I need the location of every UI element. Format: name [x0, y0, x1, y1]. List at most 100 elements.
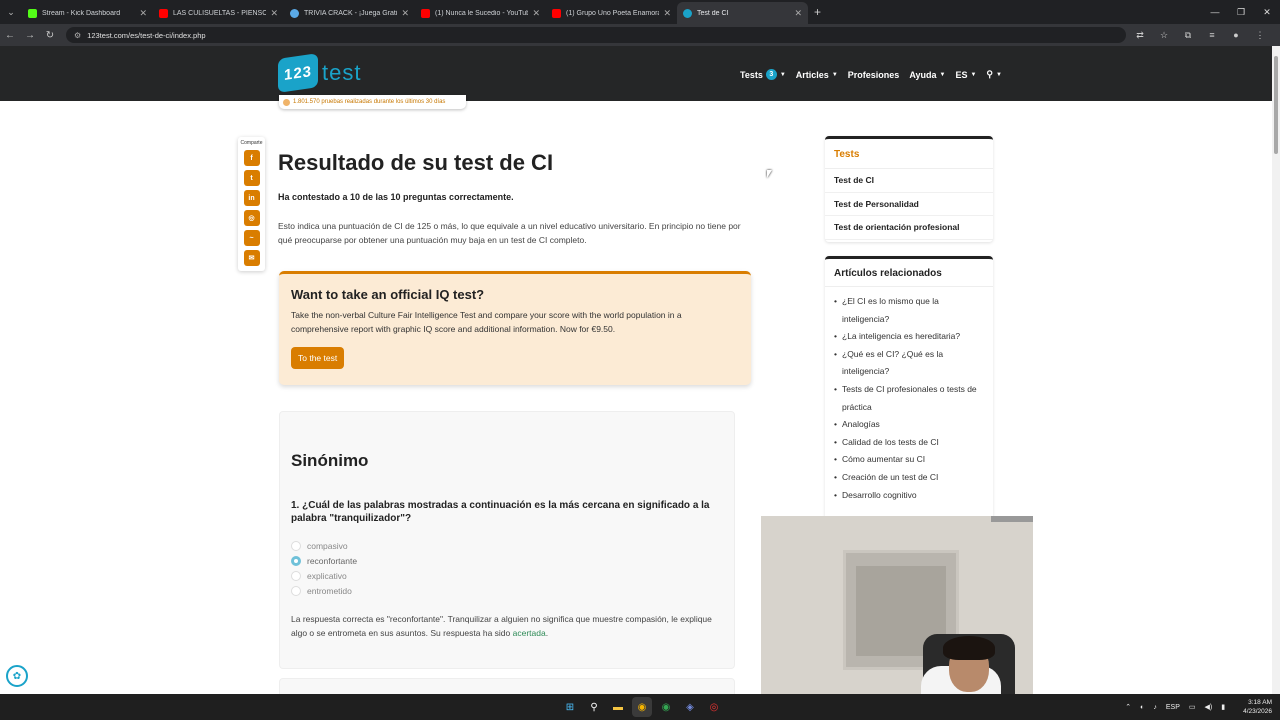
- file-explorer-icon[interactable]: ▬: [608, 697, 628, 717]
- os-taskbar: ⊞ ⚲ ▬ ◉ ◉ ◈ ◎ ⌃ ◐ ♪ ESP ▭ ◀) ▮ 3:18 AM 4/…: [0, 694, 1280, 720]
- tab-kick[interactable]: Stream - Kick Dashboard ✕: [22, 2, 153, 24]
- facebook-icon[interactable]: f: [243, 150, 260, 166]
- close-icon[interactable]: ✕: [663, 8, 671, 19]
- search-icon[interactable]: ⚲: [584, 697, 604, 717]
- promo-title: Want to take an official IQ test?: [291, 287, 485, 302]
- tray-chevron-icon[interactable]: ⌃: [1125, 703, 1131, 711]
- menu-icon[interactable]: ⋮: [1248, 30, 1272, 41]
- close-icon[interactable]: ✕: [794, 8, 802, 19]
- sidebar-articles-title: Artículos relacionados: [825, 259, 993, 287]
- chrome-icon[interactable]: ◉: [632, 697, 652, 717]
- tray-app-icon[interactable]: ◐: [1140, 704, 1144, 711]
- webcam-person-hair: [943, 636, 995, 660]
- tab-search-icon[interactable]: ⌄: [0, 0, 22, 24]
- logo-text: test: [322, 60, 362, 85]
- sidebar-item-iq-test[interactable]: Test de CI: [825, 169, 993, 193]
- close-icon[interactable]: ✕: [139, 8, 147, 19]
- answer-result: acertada: [512, 628, 546, 638]
- close-icon[interactable]: ✕: [270, 8, 278, 19]
- linkedin-icon[interactable]: in: [243, 190, 260, 206]
- page-title: Resultado de su test de CI: [278, 150, 554, 175]
- radio-button[interactable]: [291, 570, 301, 581]
- article-link[interactable]: ¿El CI es lo mismo que la inteligencia?: [834, 293, 985, 328]
- chevron-down-icon: ▼: [939, 71, 946, 78]
- kick-icon: [28, 8, 37, 18]
- option-reconfortante[interactable]: reconfortante: [291, 553, 723, 568]
- network-icon[interactable]: ▭: [1189, 703, 1196, 711]
- scrollbar-thumb[interactable]: [1274, 56, 1278, 154]
- radio-button-selected[interactable]: [291, 555, 301, 566]
- forward-icon[interactable]: →: [20, 30, 40, 41]
- cookie-settings-icon[interactable]: ✿: [6, 665, 28, 687]
- tab-trivia[interactable]: TRIVIA CRACK - ¡Juega Gratis O✕: [284, 2, 415, 24]
- webcam-overlay: [761, 516, 1033, 696]
- twitter-icon[interactable]: t: [243, 170, 260, 186]
- app-icon[interactable]: ◉: [656, 697, 676, 717]
- email-icon[interactable]: ✉: [243, 250, 260, 266]
- sidebar-item-career-test[interactable]: Test de orientación profesional: [825, 216, 993, 240]
- answer-options: compasivo reconfortante explicativo entr…: [291, 538, 723, 598]
- radio-button[interactable]: [291, 585, 301, 596]
- option-explicativo[interactable]: explicativo: [291, 568, 723, 583]
- media-icon[interactable]: ≡: [1200, 30, 1224, 41]
- radio-button[interactable]: [291, 540, 301, 551]
- share-label: Comparte: [240, 140, 263, 146]
- section-title: Sinónimo: [291, 451, 369, 470]
- logo-cube: 123: [278, 53, 318, 93]
- article-link[interactable]: Creación de un test de CI: [834, 469, 985, 487]
- extensions-icon[interactable]: ⧉: [1176, 30, 1200, 41]
- nav-language[interactable]: ES ▼: [955, 69, 976, 80]
- site-info-icon[interactable]: ⚙: [74, 31, 81, 40]
- tab-youtube-nunca[interactable]: (1) Nunca le Sucedio - YouTube ✕: [415, 2, 546, 24]
- url-text: 123test.com/es/test-de-ci/index.php: [87, 30, 206, 40]
- tab-test-de-ci[interactable]: Test de CI ✕: [677, 2, 808, 24]
- tab-youtube-grupo[interactable]: (1) Grupo Uno Poeta Enamorad ✕: [546, 2, 677, 24]
- result-lead: Ha contestado a 10 de las 10 preguntas c…: [278, 192, 514, 202]
- nav-search[interactable]: ⚲ ▼: [986, 69, 1002, 80]
- address-bar[interactable]: ⚙ 123test.com/es/test-de-ci/index.php: [66, 27, 1126, 43]
- windows-start-icon[interactable]: ⊞: [560, 697, 580, 717]
- article-link[interactable]: Tests de CI profesionales o tests de prá…: [834, 381, 985, 416]
- volume-icon[interactable]: ◀): [1205, 703, 1213, 711]
- messenger-icon[interactable]: ~: [243, 230, 260, 246]
- discord-icon[interactable]: ◈: [680, 697, 700, 717]
- bookmark-star-icon[interactable]: ☆: [1152, 30, 1176, 41]
- question-card: Sinónimo 1. ¿Cuál de las palabras mostra…: [279, 411, 735, 669]
- translate-icon[interactable]: ⇄: [1128, 30, 1152, 41]
- main-nav: Tests 3 ▼ Articles ▼ Profesiones Ayuda ▼ ES ▼…: [740, 69, 1012, 80]
- profile-icon[interactable]: ●: [1224, 30, 1248, 41]
- sidebar-item-personality-test[interactable]: Test de Personalidad: [825, 193, 993, 216]
- sidebar-tests-title: Tests: [825, 139, 993, 169]
- close-icon[interactable]: ✕: [532, 8, 540, 19]
- instagram-icon[interactable]: ◎: [243, 210, 260, 226]
- article-link[interactable]: Cómo aumentar su CI: [834, 451, 985, 469]
- tests-count-badge: 3: [765, 69, 777, 80]
- close-window-icon[interactable]: ✕: [1254, 7, 1280, 18]
- reload-icon[interactable]: ↻: [40, 30, 60, 41]
- nav-tests[interactable]: Tests 3 ▼: [740, 69, 786, 80]
- article-link[interactable]: Desarrollo cognitivo: [834, 487, 985, 505]
- option-entrometido[interactable]: entrometido: [291, 583, 723, 598]
- maximize-icon[interactable]: ❐: [1228, 7, 1254, 18]
- tab-culisueltas[interactable]: LAS CULISUELTAS - PIENSO EN✕: [153, 2, 284, 24]
- nav-articles[interactable]: Articles ▼: [796, 69, 838, 80]
- clock[interactable]: 3:18 AM 4/23/2026: [1234, 698, 1272, 716]
- option-compasivo[interactable]: compasivo: [291, 538, 723, 553]
- article-link[interactable]: ¿Qué es el CI? ¿Qué es la inteligencia?: [834, 346, 985, 381]
- nav-professions[interactable]: Profesiones: [848, 69, 900, 80]
- battery-icon[interactable]: ▮: [1221, 703, 1225, 711]
- nav-help[interactable]: Ayuda ▼: [909, 69, 945, 80]
- language-indicator[interactable]: ESP: [1166, 704, 1180, 711]
- new-tab-icon[interactable]: +: [814, 5, 821, 19]
- to-the-test-button[interactable]: To the test: [291, 347, 345, 369]
- article-link[interactable]: ¿La inteligencia es hereditaria?: [834, 328, 985, 346]
- site-logo[interactable]: 123 test: [278, 53, 362, 93]
- share-rail: Comparte f t in ◎ ~ ✉: [238, 137, 265, 271]
- article-link[interactable]: Calidad de los tests de CI: [834, 434, 985, 452]
- back-icon[interactable]: ←: [0, 30, 20, 41]
- close-icon[interactable]: ✕: [401, 8, 409, 19]
- article-link[interactable]: Analogías: [834, 416, 985, 434]
- obs-icon[interactable]: ◎: [704, 697, 724, 717]
- microphone-icon[interactable]: ♪: [1153, 704, 1157, 711]
- minimize-icon[interactable]: —: [1202, 7, 1228, 17]
